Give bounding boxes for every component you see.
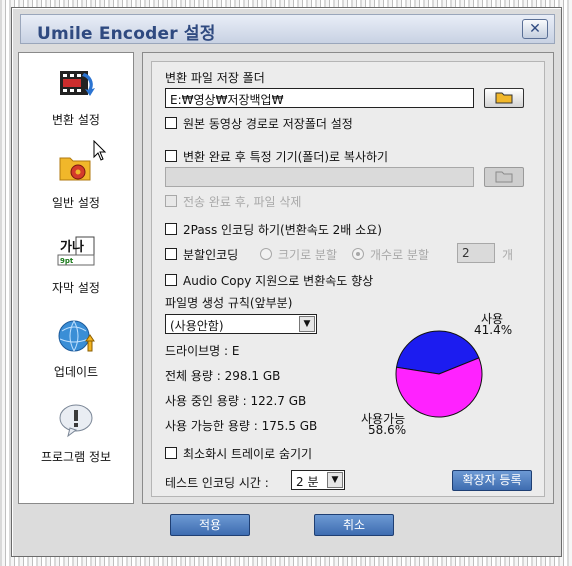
disk-usage-pie-chart (395, 330, 483, 418)
settings-content: 변환 파일 저장 폴더 E:₩영상₩저장백업₩ 원본 동영상 경로로 저장폴더 … (151, 61, 545, 497)
mouse-cursor-icon (93, 139, 107, 165)
drive-name: 드라이브명 : E (165, 344, 240, 358)
split-count-unit: 개 (502, 248, 514, 262)
chevron-down-icon: ▼ (299, 316, 315, 332)
total-capacity: 전체 용량 : 298.1 GB (165, 369, 281, 383)
free-capacity: 사용 가능한 용량 : 175.5 GB (165, 419, 318, 433)
browse-folder-button[interactable] (484, 88, 524, 108)
browse-copy-folder-button[interactable] (484, 167, 524, 187)
title-bar: Umile Encoder 설정 ✕ (20, 14, 555, 44)
test-encoding-value: 2 분 (296, 475, 319, 489)
sidebar-item-convert[interactable]: 변환 설정 (19, 63, 133, 128)
split-count-input[interactable]: 2 (457, 243, 495, 263)
delete-after-checkbox[interactable] (165, 195, 177, 207)
sidebar-item-subtitle[interactable]: 가나 9pt 자막 설정 (19, 231, 133, 296)
copy-to-device-checkbox[interactable] (165, 150, 177, 162)
globe-update-icon (54, 315, 98, 357)
settings-dialog: Umile Encoder 설정 ✕ 변환 설정 일반 설정 가나 9pt 자막… (11, 7, 562, 557)
folder-icon (495, 92, 513, 104)
save-folder-input[interactable]: E:₩영상₩저장백업₩ (165, 88, 474, 108)
split-by-count-label: 개수로 분할 (370, 248, 430, 262)
sidebar-item-update[interactable]: 업데이트 (19, 315, 133, 380)
test-encoding-select[interactable]: 2 분 ▼ (291, 470, 345, 490)
minimize-tray-checkbox[interactable] (165, 447, 177, 459)
free-slice-percent: 58.6% (368, 423, 407, 437)
close-button[interactable]: ✕ (522, 19, 548, 39)
two-pass-label: 2Pass 인코딩 하기(변환속도 2배 소요) (183, 223, 382, 237)
film-convert-icon (54, 63, 98, 105)
sidebar-item-label: 일반 설정 (52, 196, 100, 210)
split-encoding-checkbox[interactable] (165, 248, 177, 260)
cancel-button[interactable]: 취소 (314, 514, 394, 536)
delete-after-label: 전송 완료 후, 파일 삭제 (183, 195, 302, 209)
svg-text:9pt: 9pt (60, 257, 74, 265)
sidebar-item-about[interactable]: 프로그램 정보 (19, 400, 133, 465)
original-path-label: 원본 동영상 경로로 저장폴더 설정 (183, 117, 353, 131)
save-folder-label: 변환 파일 저장 폴더 (165, 71, 265, 85)
folder-icon (495, 171, 513, 183)
split-by-count-radio[interactable] (352, 248, 364, 260)
filename-rule-label: 파일명 생성 규칙(앞부분) (165, 296, 293, 310)
minimize-tray-label: 최소화시 트레이로 숨기기 (183, 447, 313, 461)
apply-button[interactable]: 적용 (170, 514, 250, 536)
filename-rule-select[interactable]: (사용안함) ▼ (165, 314, 317, 334)
split-by-size-radio[interactable] (260, 248, 272, 260)
sidebar-item-label: 자막 설정 (52, 281, 100, 295)
info-bubble-icon (54, 400, 98, 442)
settings-sidebar: 변환 설정 일반 설정 가나 9pt 자막 설정 업데이트 프로그램 정보 (18, 52, 134, 504)
sidebar-item-general[interactable]: 일반 설정 (19, 146, 133, 211)
svg-text:가나: 가나 (60, 239, 84, 255)
split-encoding-label: 분할인코딩 (183, 248, 239, 262)
split-by-size-label: 크기로 분할 (278, 248, 338, 262)
settings-panel: 변환 파일 저장 폴더 E:₩영상₩저장백업₩ 원본 동영상 경로로 저장폴더 … (142, 52, 554, 504)
filename-rule-value: (사용안함) (170, 319, 224, 333)
test-encoding-label: 테스트 인코딩 시간 : (165, 476, 269, 490)
subtitle-icon: 가나 9pt (54, 231, 98, 273)
chevron-down-icon: ▼ (327, 472, 343, 488)
audio-copy-label: Audio Copy 지원으로 변환속도 향상 (183, 274, 374, 288)
folder-gear-icon (54, 146, 98, 188)
register-extension-button[interactable]: 확장자 등록 (452, 470, 532, 491)
used-capacity: 사용 중인 용량 : 122.7 GB (165, 394, 307, 408)
audio-copy-checkbox[interactable] (165, 274, 177, 286)
copy-path-input[interactable] (165, 167, 474, 187)
copy-to-device-label: 변환 완료 후 특정 기기(폴더)로 복사하기 (183, 150, 389, 164)
sidebar-item-label: 프로그램 정보 (40, 450, 112, 464)
sidebar-item-label: 업데이트 (53, 365, 99, 379)
two-pass-checkbox[interactable] (165, 223, 177, 235)
original-path-checkbox[interactable] (165, 117, 177, 129)
sidebar-item-label: 변환 설정 (52, 113, 100, 127)
window-title: Umile Encoder 설정 (37, 24, 216, 44)
